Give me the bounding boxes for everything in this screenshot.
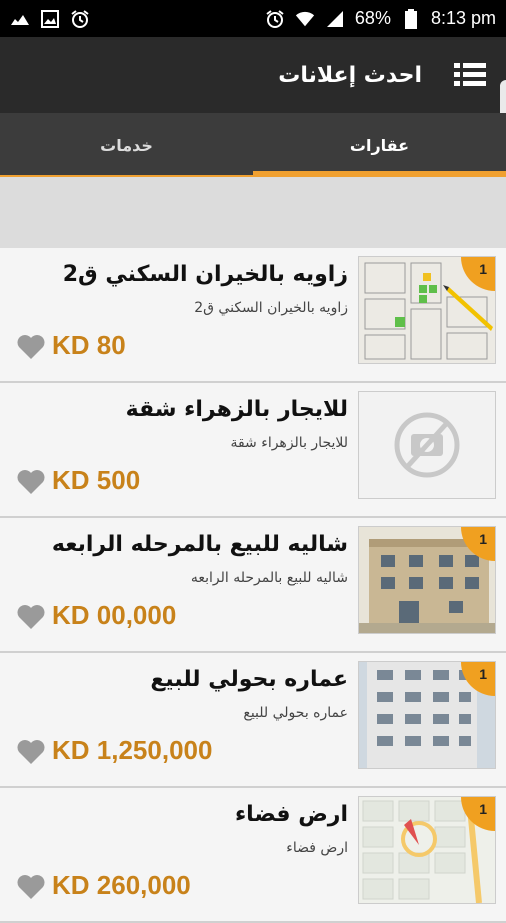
listing-thumbnail: 1 [358, 661, 496, 769]
status-left-icons [10, 9, 90, 29]
listing-title: ارض فضاء [234, 802, 348, 827]
listing-title: للايجار بالزهراء شقة [125, 397, 348, 422]
listing-thumbnail: 1 [358, 526, 496, 634]
battery-percent: 68% [354, 8, 391, 28]
signal-bars-icon [10, 9, 30, 29]
image-icon [40, 9, 60, 29]
listing-subtitle: ارض فضاء [286, 840, 348, 856]
listing-thumbnail: 1 [358, 256, 496, 364]
cell-signal-icon [325, 9, 345, 29]
clock: 8:13 pm [430, 8, 496, 28]
listings-list: 1 زاويه بالخيران السكني ق2 زاويه بالخيرا… [0, 248, 506, 923]
heart-icon[interactable] [16, 874, 46, 900]
listing-thumbnail [358, 391, 496, 499]
tab-real-estate[interactable]: عقارات [253, 113, 506, 177]
listing-title: زاويه بالخيران السكني ق2 [62, 262, 348, 287]
listing-card[interactable]: 1 زاويه بالخيران السكني ق2 زاويه بالخيرا… [0, 248, 506, 383]
tab-services[interactable]: خدمات [0, 113, 253, 177]
heart-icon[interactable] [16, 739, 46, 765]
category-tabs: خدمات عقارات [0, 113, 506, 177]
listing-price: KD 260,000 [52, 870, 191, 900]
listing-subtitle: للايجار بالزهراء شقة [230, 435, 348, 451]
listing-subtitle: عماره بحولي للبيع [243, 705, 348, 721]
status-bar: 68% 8:13 pm [0, 0, 506, 37]
listing-price: KD 00,000 [52, 600, 177, 630]
heart-icon[interactable] [16, 604, 46, 630]
hamburger-menu-icon [454, 63, 486, 86]
listing-card[interactable]: للايجار بالزهراء شقة للايجار بالزهراء شق… [0, 383, 506, 518]
listing-subtitle: زاويه بالخيران السكني ق2 [194, 300, 348, 316]
alarm-icon [265, 9, 285, 29]
tab-services-label: خدمات [100, 135, 153, 155]
listing-title: شاليه للبيع بالمرحله الرابعه [51, 532, 348, 557]
listing-price: KD 80 [52, 330, 126, 360]
listing-card[interactable]: 1 ارض فضاء ارض فضاء KD 260,000 [0, 788, 506, 923]
tab-real-estate-label: عقارات [349, 135, 410, 155]
heart-icon[interactable] [16, 334, 46, 360]
listing-title: عماره بحولي للبيع [150, 667, 348, 692]
toolbar-title: احدث إعلانات [278, 62, 422, 88]
listing-subtitle: شاليه للبيع بالمرحله الرابعه [190, 570, 348, 586]
status-right-icons: 68% 8:13 pm [265, 8, 496, 29]
heart-icon[interactable] [16, 469, 46, 495]
wifi-icon [295, 9, 315, 29]
alarm-icon [70, 9, 90, 29]
hamburger-menu-button[interactable] [442, 47, 498, 103]
listing-card[interactable]: 1 شاليه للبيع بالمرحله الرابعه شاليه للب… [0, 518, 506, 653]
listing-thumbnail: 1 [358, 796, 496, 904]
listing-card[interactable]: 1 عماره بحولي للبيع عماره بحولي للبيع KD… [0, 653, 506, 788]
tab-underline [0, 175, 506, 177]
listing-price: KD 500 [52, 465, 141, 495]
battery-icon [401, 8, 421, 29]
no-photo-icon [394, 412, 460, 478]
app-toolbar: احدث إعلانات [0, 37, 506, 113]
listing-price: KD 1,250,000 [52, 735, 213, 765]
